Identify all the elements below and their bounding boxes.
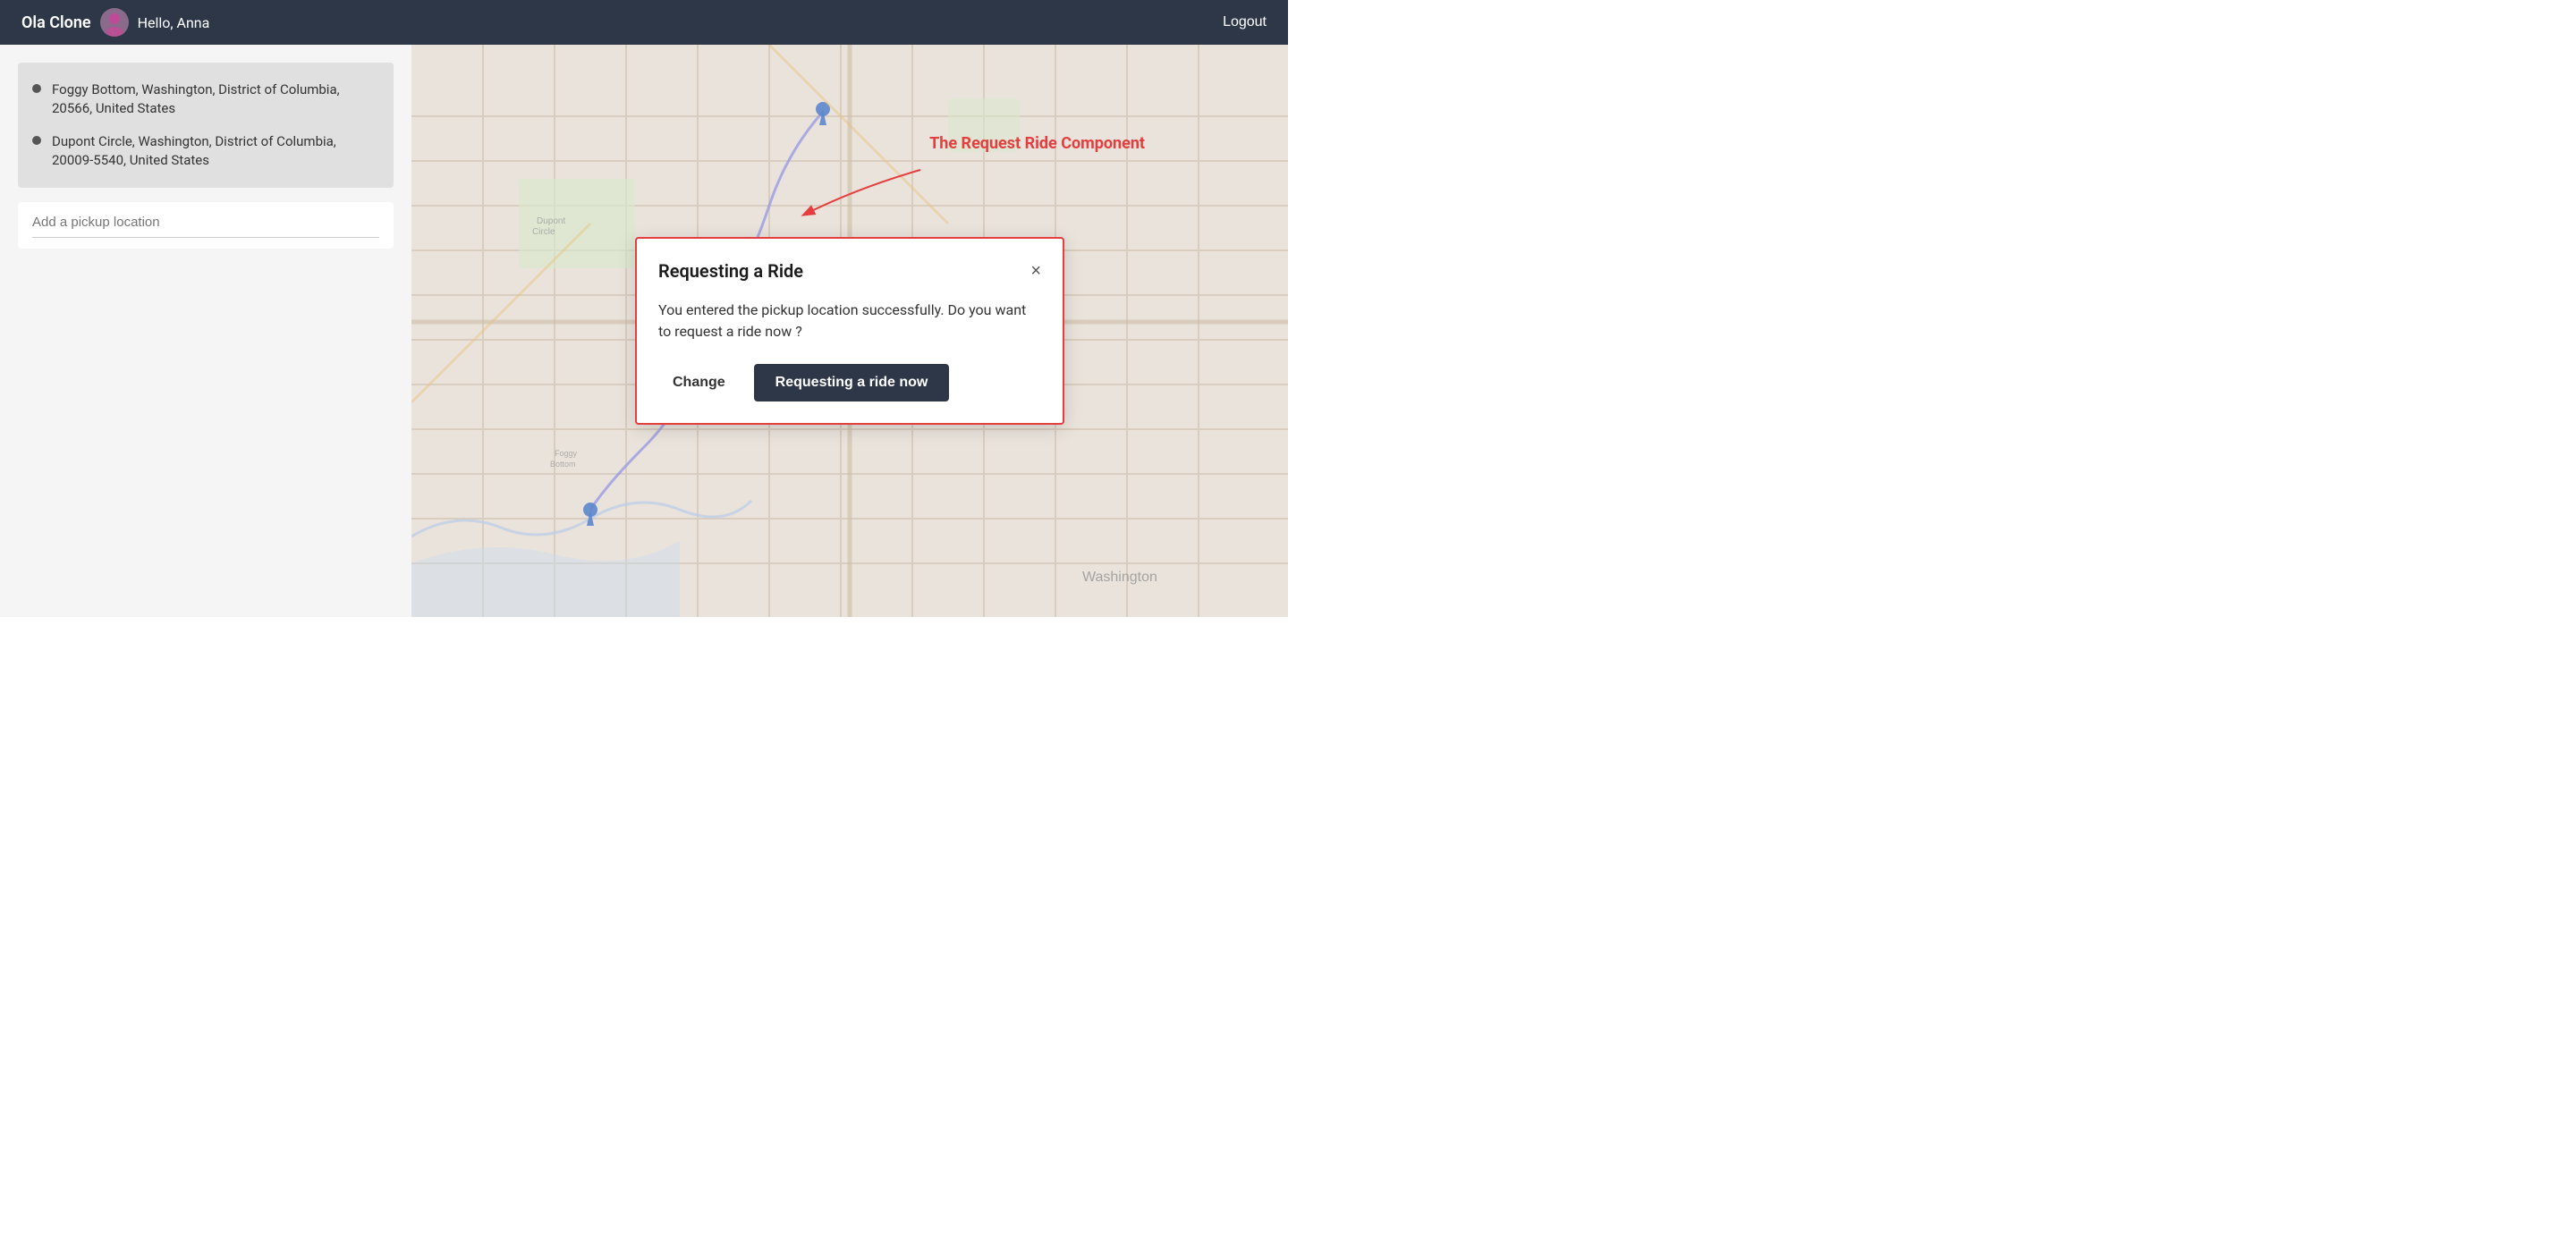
modal-overlay: Requesting a Ride × You entered the pick… bbox=[411, 45, 1288, 617]
brand: Ola Clone Hello, Anna bbox=[21, 8, 209, 37]
location-item-2: Dupont Circle, Washington, District of C… bbox=[32, 132, 379, 170]
modal-actions: Change Requesting a ride now bbox=[658, 364, 1041, 401]
location-text-2: Dupont Circle, Washington, District of C… bbox=[52, 132, 379, 170]
avatar bbox=[100, 8, 129, 37]
request-ride-modal: Requesting a Ride × You entered the pick… bbox=[635, 237, 1064, 425]
annotation-arrow-svg bbox=[786, 161, 929, 232]
main-container: Foggy Bottom, Washington, District of Co… bbox=[0, 45, 1288, 617]
location-dot-1 bbox=[32, 84, 41, 93]
logout-button[interactable]: Logout bbox=[1223, 14, 1267, 30]
sidebar: Foggy Bottom, Washington, District of Co… bbox=[0, 45, 411, 617]
app-name: Ola Clone bbox=[21, 13, 91, 32]
map-container: Dupont Circle Foggy Bottom Washington Re… bbox=[411, 45, 1288, 617]
location-item-1: Foggy Bottom, Washington, District of Co… bbox=[32, 80, 379, 118]
modal-close-button[interactable]: × bbox=[1030, 262, 1041, 280]
location-text-1: Foggy Bottom, Washington, District of Co… bbox=[52, 80, 379, 118]
pickup-input-container bbox=[18, 202, 394, 249]
locations-card: Foggy Bottom, Washington, District of Co… bbox=[18, 63, 394, 188]
annotation-label: The Request Ride Component bbox=[929, 134, 1145, 153]
request-ride-button[interactable]: Requesting a ride now bbox=[754, 364, 950, 401]
modal-header: Requesting a Ride × bbox=[658, 260, 1041, 282]
user-greeting: Hello, Anna bbox=[138, 14, 210, 31]
modal-title: Requesting a Ride bbox=[658, 260, 803, 282]
modal-body: You entered the pickup location successf… bbox=[658, 300, 1041, 342]
pickup-input[interactable] bbox=[32, 215, 379, 238]
location-dot-2 bbox=[32, 136, 41, 145]
navbar: Ola Clone Hello, Anna Logout bbox=[0, 0, 1288, 45]
change-button[interactable]: Change bbox=[658, 368, 740, 398]
